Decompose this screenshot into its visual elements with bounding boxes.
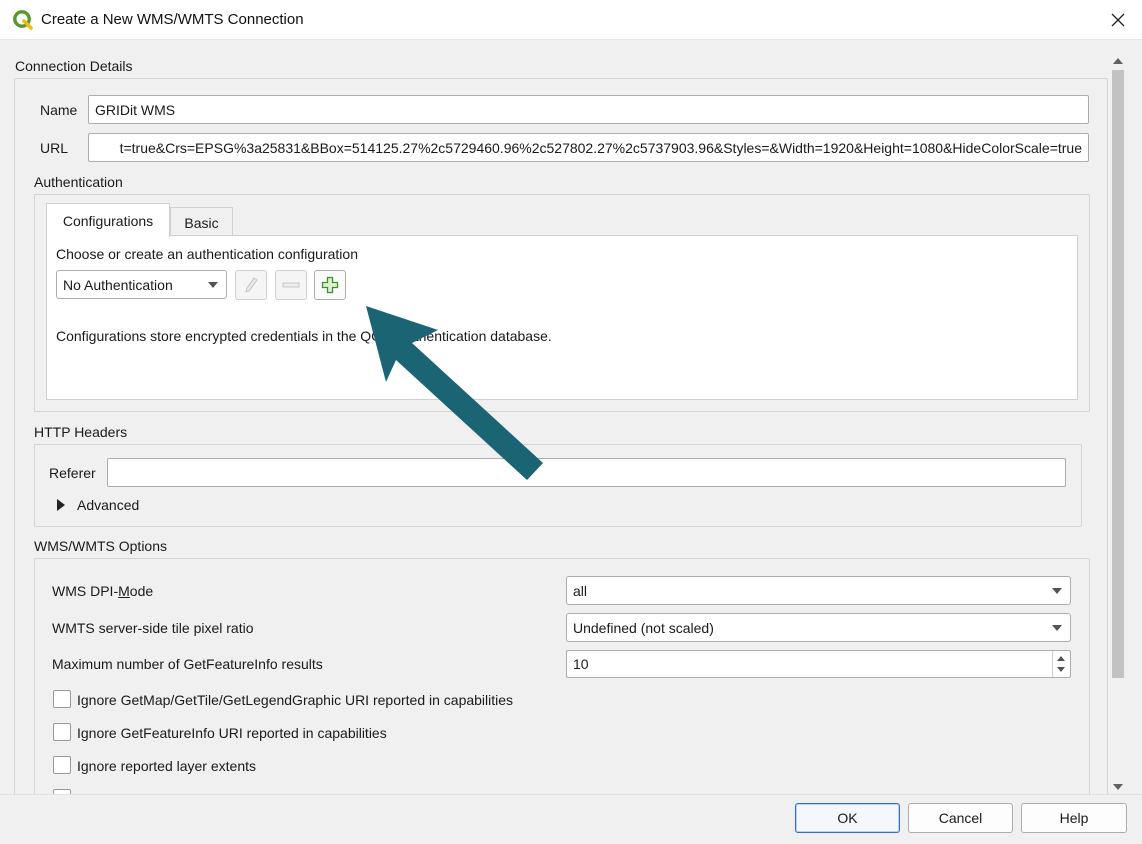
- advanced-label: Advanced: [77, 497, 140, 513]
- spinbox-arrows[interactable]: [1052, 651, 1070, 677]
- name-label: Name: [40, 102, 78, 118]
- advanced-toggle[interactable]: Advanced: [56, 497, 139, 513]
- chevron-down-icon: [208, 281, 218, 288]
- scroll-up-icon[interactable]: [1113, 58, 1123, 64]
- tile-ratio-label: WMTS server-side tile pixel ratio: [52, 620, 254, 636]
- minus-icon: [282, 282, 300, 288]
- tab-basic[interactable]: Basic: [170, 207, 233, 237]
- triangle-right-icon: [57, 499, 65, 511]
- auth-config-select[interactable]: No Authentication: [56, 270, 227, 299]
- close-button[interactable]: [1102, 4, 1134, 36]
- dpi-mode-select[interactable]: all: [566, 576, 1071, 605]
- max-results-label: Maximum number of GetFeatureInfo results: [52, 656, 323, 672]
- ignore-layer-extents-label: Ignore reported layer extents: [77, 758, 256, 774]
- add-config-button[interactable]: [314, 270, 346, 300]
- ignore-getfeatureinfo-uri-label: Ignore GetFeatureInfo URI reported in ca…: [77, 725, 387, 741]
- auth-info-text: Configurations store encrypted credentia…: [56, 328, 552, 344]
- chevron-down-icon: [1052, 587, 1062, 594]
- url-input[interactable]: t=true&Crs=EPSG%3a25831&BBox=514125.27%2…: [88, 133, 1089, 162]
- ignore-getmap-uri-label: Ignore GetMap/GetTile/GetLegendGraphic U…: [77, 692, 514, 708]
- qgis-logo-icon: [13, 10, 33, 30]
- dpi-mode-label: WMS DPI-Mode: [52, 583, 154, 599]
- auth-prompt: Choose or create an authentication confi…: [56, 246, 358, 262]
- edit-config-button[interactable]: [235, 270, 267, 300]
- spin-up-icon[interactable]: [1057, 656, 1065, 661]
- tab-configurations[interactable]: Configurations: [46, 203, 170, 237]
- scrollbar-thumb[interactable]: [1112, 70, 1124, 678]
- scroll-down-icon[interactable]: [1113, 784, 1123, 790]
- tile-ratio-select[interactable]: Undefined (not scaled): [566, 613, 1071, 642]
- spin-down-icon[interactable]: [1057, 667, 1065, 672]
- ignore-getmap-uri-checkbox[interactable]: [53, 690, 71, 708]
- cancel-button[interactable]: Cancel: [908, 803, 1013, 833]
- window-title: Create a New WMS/WMTS Connection: [41, 11, 304, 28]
- help-button[interactable]: Help: [1021, 803, 1127, 833]
- vertical-scrollbar[interactable]: [1108, 54, 1128, 796]
- url-label: URL: [40, 140, 69, 156]
- dialog-footer: OK Cancel Help: [0, 794, 1142, 844]
- remove-config-button[interactable]: [275, 270, 307, 300]
- name-input[interactable]: GRIDit WMS: [88, 95, 1089, 124]
- referer-input[interactable]: [107, 458, 1066, 487]
- authentication-title: Authentication: [34, 174, 123, 190]
- referer-label: Referer: [49, 465, 96, 481]
- chevron-down-icon: [1052, 624, 1062, 631]
- wms-options-title: WMS/WMTS Options: [34, 538, 168, 554]
- title-bar: Create a New WMS/WMTS Connection: [0, 0, 1142, 40]
- connection-details-title: Connection Details: [15, 58, 133, 74]
- pencil-icon: [245, 277, 258, 293]
- dialog-content: Connection Details Name GRIDit WMS URL t…: [0, 40, 1110, 794]
- close-icon: [1111, 13, 1125, 27]
- max-results-spinbox[interactable]: 10: [566, 650, 1071, 678]
- ignore-layer-extents-checkbox[interactable]: [53, 756, 71, 774]
- ignore-getfeatureinfo-uri-checkbox[interactable]: [53, 723, 71, 741]
- http-headers-title: HTTP Headers: [34, 424, 128, 440]
- ok-button[interactable]: OK: [795, 803, 900, 833]
- plus-icon: [321, 276, 339, 294]
